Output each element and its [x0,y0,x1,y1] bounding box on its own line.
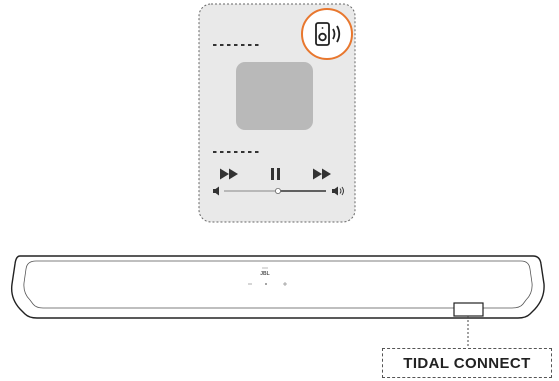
speaker-cast-button[interactable] [301,8,353,60]
album-art [236,62,313,130]
soundbar-logo: JBL [260,271,269,277]
tidal-connect-callout: TIDAL CONNECT [382,348,552,378]
illustration: JBL [10,3,545,348]
soundbar: JBL [10,255,545,319]
tidal-connect-port [453,302,484,317]
phone-screen [198,3,356,223]
tidal-connect-label: TIDAL CONNECT [403,354,531,372]
volume-slider-knob[interactable] [274,187,281,194]
